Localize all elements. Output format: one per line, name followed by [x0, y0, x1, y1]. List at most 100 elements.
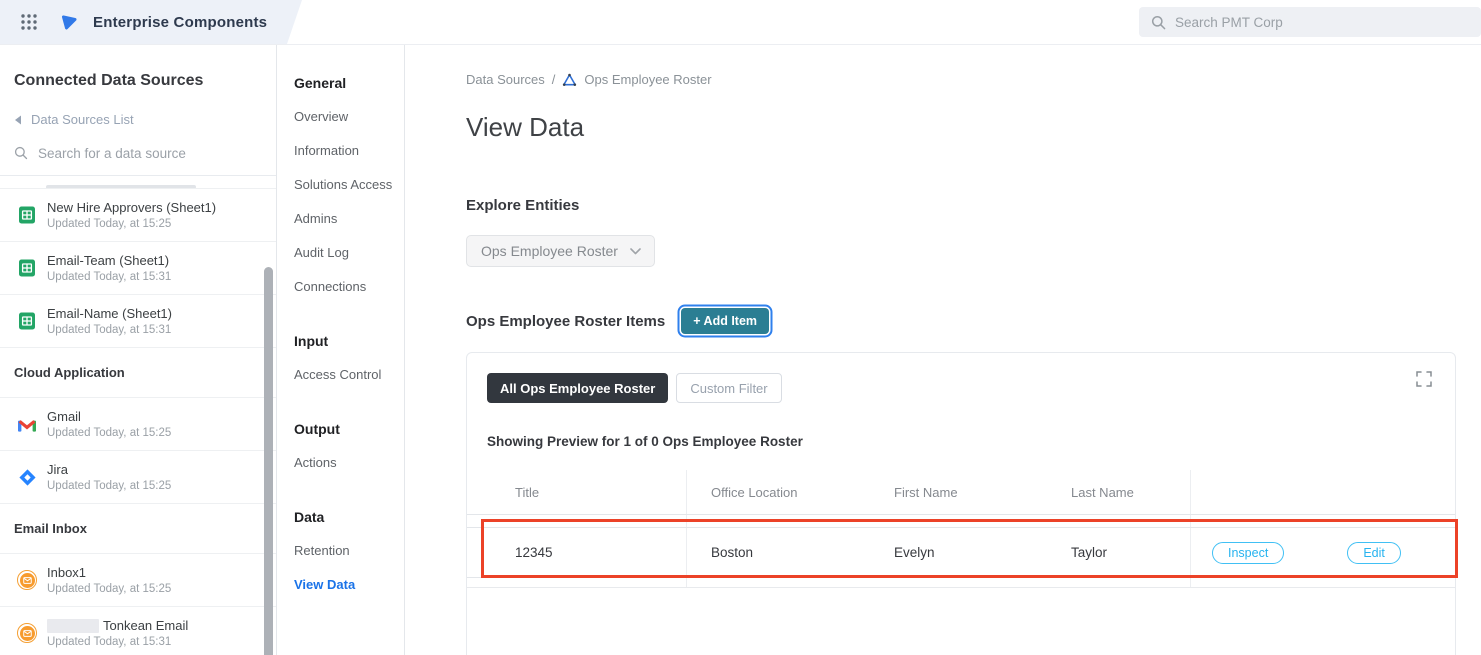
edit-button[interactable]: Edit	[1347, 542, 1401, 564]
email-inbox-icon	[17, 623, 37, 643]
column-header-last-name: Last Name	[1047, 470, 1191, 514]
breadcrumb-data-sources-link[interactable]: Data Sources	[466, 72, 545, 87]
data-source-item-jira[interactable]: Jira Updated Today, at 15:25	[0, 451, 276, 504]
sidebar-header: Connected Data Sources Data Sources List	[0, 45, 276, 176]
data-source-item-inbox1[interactable]: Inbox1 Updated Today, at 15:25	[0, 554, 276, 607]
custom-data-source-icon	[562, 73, 577, 87]
items-table: Title Office Location First Name Last Na…	[467, 470, 1455, 588]
column-header-first-name: First Name	[870, 470, 1047, 514]
menu-item-overview[interactable]: Overview	[294, 109, 404, 125]
sidebar-section-email-inbox: Email Inbox	[0, 504, 276, 554]
menu-item-view-data[interactable]: View Data	[294, 577, 404, 593]
menu-item-audit-log[interactable]: Audit Log	[294, 245, 404, 261]
table-spacer-row	[467, 515, 1455, 528]
data-source-name: Tonkean Email	[103, 618, 188, 633]
items-heading-row: Ops Employee Roster Items + Add Item	[466, 308, 1481, 334]
add-item-button[interactable]: + Add Item	[681, 308, 769, 334]
fullscreen-expand-icon[interactable]	[1415, 370, 1433, 388]
google-sheets-icon	[17, 311, 37, 331]
menu-section-output: Output	[294, 421, 404, 437]
tab-all-items[interactable]: All Ops Employee Roster	[487, 373, 668, 403]
data-source-name: Email-Team (Sheet1)	[47, 253, 171, 268]
data-source-name: Inbox1	[47, 565, 171, 580]
data-source-item-email-name[interactable]: Email-Name (Sheet1) Updated Today, at 15…	[0, 295, 276, 348]
breadcrumb-current: Ops Employee Roster	[584, 72, 711, 87]
menu-section-data: Data	[294, 509, 404, 525]
back-to-data-sources-link[interactable]: Data Sources List	[14, 112, 262, 127]
chevron-down-icon	[630, 248, 641, 255]
data-source-name: New Hire Approvers (Sheet1)	[47, 200, 216, 215]
data-source-updated: Updated Today, at 15:31	[47, 271, 171, 283]
jira-icon	[17, 467, 37, 487]
email-inbox-icon	[17, 570, 37, 590]
menu-item-retention[interactable]: Retention	[294, 543, 404, 559]
global-search-input[interactable]	[1175, 15, 1425, 30]
topbar-brand-area: Enterprise Components	[0, 0, 302, 44]
data-source-updated: Updated Today, at 15:31	[47, 324, 172, 336]
topbar: Enterprise Components	[0, 0, 1481, 45]
cell-actions: Inspect Edit	[1191, 528, 1455, 577]
menu-section-general: General	[294, 75, 404, 91]
inspect-button[interactable]: Inspect	[1212, 542, 1284, 564]
data-source-updated: Updated Today, at 15:25	[47, 218, 216, 230]
menu-item-admins[interactable]: Admins	[294, 211, 404, 227]
brand-logo-icon	[60, 13, 78, 31]
table-row[interactable]: 12345 Boston Evelyn Taylor Inspect Edit	[467, 528, 1455, 578]
data-source-search-input[interactable]	[38, 146, 248, 161]
back-link-label: Data Sources List	[31, 112, 134, 127]
data-source-item-tonkean-email[interactable]: Tonkean Email Updated Today, at 15:31	[0, 607, 276, 655]
data-source-updated: Updated Today, at 15:25	[47, 480, 171, 492]
column-header-office-location: Office Location	[687, 470, 870, 514]
app-title: Enterprise Components	[93, 14, 267, 31]
data-source-item-email-team[interactable]: Email-Team (Sheet1) Updated Today, at 15…	[0, 242, 276, 295]
data-source-item-gmail[interactable]: Gmail Updated Today, at 15:25	[0, 398, 276, 451]
tab-custom-filter[interactable]: Custom Filter	[676, 373, 781, 403]
google-sheets-icon	[17, 205, 37, 225]
data-source-name: Email-Name (Sheet1)	[47, 306, 172, 321]
back-triangle-icon	[14, 115, 22, 125]
items-heading: Ops Employee Roster Items	[466, 313, 665, 330]
data-source-name: Gmail	[47, 409, 171, 424]
data-source-updated: Updated Today, at 15:31	[47, 636, 188, 648]
menu-item-actions[interactable]: Actions	[294, 455, 404, 471]
sidebar-section-cloud-application: Cloud Application	[0, 348, 276, 398]
cell-last-name: Taylor	[1047, 528, 1191, 577]
page-title: View Data	[466, 111, 1481, 143]
data-source-item-new-hire-approvers[interactable]: New Hire Approvers (Sheet1) Updated Toda…	[0, 189, 276, 242]
items-panel: All Ops Employee Roster Custom Filter Sh…	[466, 352, 1456, 655]
app-window: Enterprise Components Connected Data Sou…	[0, 0, 1481, 655]
data-source-search-box	[14, 146, 262, 160]
menu-section-input: Input	[294, 333, 404, 349]
cell-first-name: Evelyn	[870, 528, 1047, 577]
gmail-icon	[17, 414, 37, 434]
google-sheets-icon	[17, 258, 37, 278]
menu-item-solutions-access[interactable]: Solutions Access	[294, 177, 404, 193]
table-header-row: Title Office Location First Name Last Na…	[467, 470, 1455, 515]
main-content: Data Sources / Ops Employee Roster View …	[405, 45, 1481, 655]
breadcrumb: Data Sources / Ops Employee Roster	[466, 72, 1481, 87]
search-icon	[14, 146, 28, 160]
preview-count-text: Showing Preview for 1 of 0 Ops Employee …	[487, 434, 1455, 449]
table-filler-row	[467, 578, 1455, 588]
redacted-text	[47, 619, 99, 633]
data-source-updated: Updated Today, at 15:25	[47, 427, 171, 439]
column-header-actions	[1191, 470, 1455, 514]
cell-office-location: Boston	[687, 528, 870, 577]
cell-title: 12345	[467, 528, 687, 577]
breadcrumb-separator: /	[552, 72, 556, 87]
menu-item-access-control[interactable]: Access Control	[294, 367, 404, 383]
app-launcher-grid-icon[interactable]	[20, 13, 38, 31]
clipped-list-item	[0, 176, 276, 189]
sidebar-title: Connected Data Sources	[14, 71, 262, 90]
explore-entities-heading: Explore Entities	[466, 198, 1481, 214]
entity-select[interactable]: Ops Employee Roster	[466, 235, 655, 267]
connected-data-sources-sidebar: Connected Data Sources Data Sources List	[0, 45, 277, 655]
sidebar-scrollbar-thumb[interactable]	[264, 267, 273, 655]
search-icon	[1151, 15, 1166, 30]
menu-item-connections[interactable]: Connections	[294, 279, 404, 295]
menu-item-information[interactable]: Information	[294, 143, 404, 159]
data-source-updated: Updated Today, at 15:25	[47, 583, 171, 595]
entity-select-value: Ops Employee Roster	[481, 243, 618, 259]
global-search-box	[1139, 7, 1481, 37]
settings-menu: General Overview Information Solutions A…	[277, 45, 405, 655]
